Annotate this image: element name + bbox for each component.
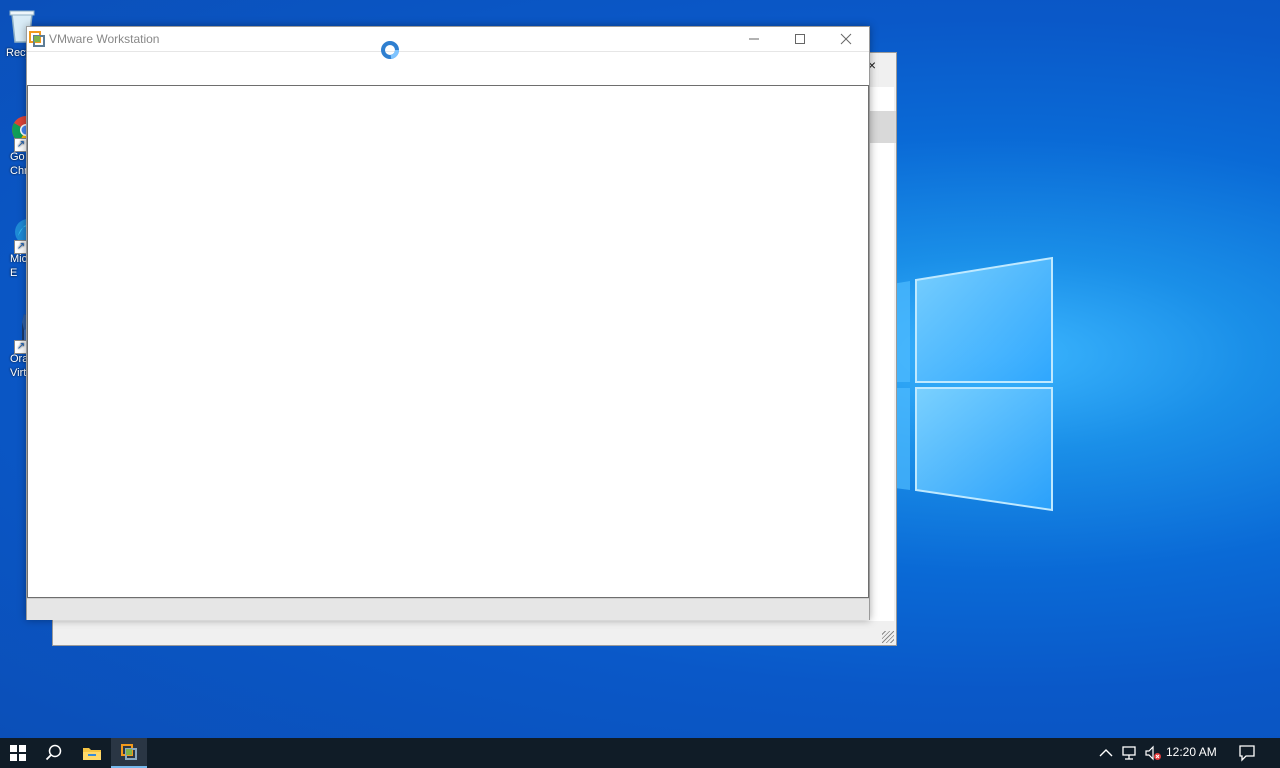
windows-start-icon (10, 745, 26, 761)
vmware-app-icon (29, 31, 45, 47)
window-titlebar[interactable]: VMware Workstation (27, 27, 869, 51)
window-content (27, 85, 869, 598)
desktop: Recy ↗ Go Chr ↗ Mic E ↗ Ora Virt × VMwar… (0, 0, 1280, 738)
window-title: VMware Workstation (49, 32, 160, 46)
busy-cursor-icon (381, 41, 399, 59)
notification-center-icon[interactable] (1238, 744, 1256, 762)
window-toolbar (27, 51, 869, 86)
minimize-icon (749, 38, 759, 40)
maximize-icon (795, 34, 805, 44)
vmware-app-icon (121, 744, 137, 760)
volume-muted-icon[interactable] (1144, 744, 1162, 762)
search-icon (45, 744, 62, 761)
wallpaper-windows-logo (880, 256, 1053, 512)
background-window-scrollbar[interactable] (870, 111, 896, 143)
start-button[interactable] (0, 738, 36, 768)
network-icon[interactable] (1121, 744, 1139, 762)
close-icon (840, 33, 852, 45)
clock-time[interactable]: 12:20 AM (1166, 745, 1217, 759)
minimize-button[interactable] (731, 27, 777, 51)
window-statusbar (27, 598, 869, 620)
maximize-button[interactable] (777, 27, 823, 51)
taskbar: 12:20 AM (0, 738, 1280, 768)
folder-icon (83, 748, 101, 760)
chevron-up-icon[interactable] (1097, 744, 1115, 762)
resize-grip-icon[interactable] (882, 631, 894, 643)
search-button[interactable] (36, 738, 72, 768)
taskbar-file-explorer[interactable] (74, 738, 110, 768)
taskbar-vmware-workstation[interactable] (111, 738, 147, 768)
close-button[interactable] (823, 27, 869, 51)
vmware-workstation-window[interactable]: VMware Workstation (26, 26, 870, 620)
